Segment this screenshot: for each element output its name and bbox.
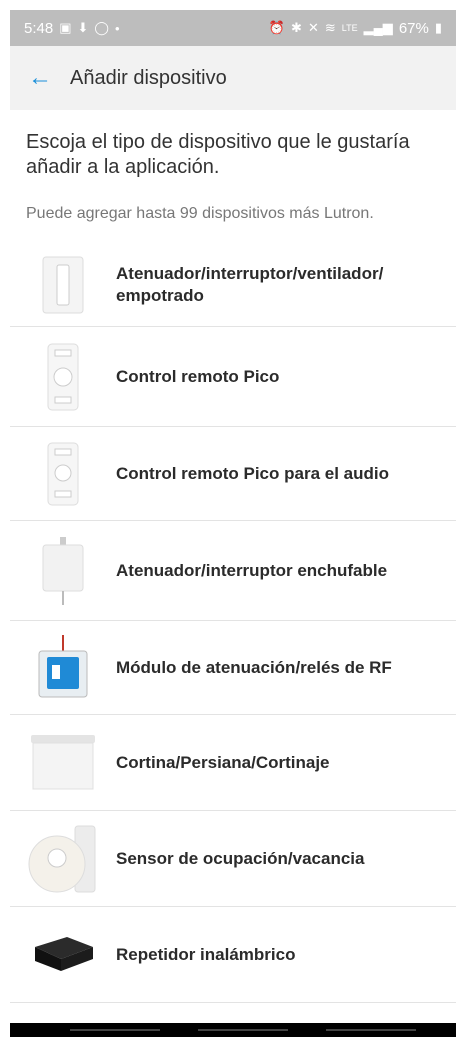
pico-remote-icon [10, 342, 116, 412]
download-icon: ⬇ [77, 20, 89, 35]
device-item-rf-module[interactable]: Módulo de atenuación/relés de RF [10, 621, 456, 715]
device-limit-text: Puede agregar hasta 99 dispositivos más … [26, 205, 374, 222]
wall-dimmer-icon [10, 255, 116, 315]
occupancy-sensor-icon [10, 824, 116, 894]
whatsapp-icon: ◯ [94, 20, 109, 35]
wifi-icon: ≋ [324, 20, 336, 35]
device-label: Control remoto Pico para el audio [116, 463, 389, 483]
system-nav-bar [10, 1023, 456, 1037]
alarm-icon: ⏰ [268, 20, 286, 35]
instruction-text: Escoja el tipo de dispositivo que le gus… [26, 131, 410, 178]
device-item-wireless-repeater[interactable]: Repetidor inalámbrico [10, 907, 456, 1003]
device-label: Módulo de atenuación/relés de RF [116, 657, 392, 677]
plug-in-dimmer-icon [10, 535, 116, 607]
clock: 5:48 [24, 19, 54, 37]
shade-icon [10, 733, 116, 793]
bluetooth-icon: ✱ [291, 20, 302, 35]
device-type-list: Atenuador/interruptor/ventilador/ empotr… [10, 243, 456, 1003]
battery-level: 67% [398, 19, 429, 37]
back-button[interactable]: ← [10, 64, 70, 92]
device-item-pico-audio[interactable]: Control remoto Pico para el audio [10, 427, 456, 521]
page-title: Añadir dispositivo [70, 66, 227, 89]
network-type: LTE [341, 23, 358, 33]
pico-audio-remote-icon [10, 441, 116, 507]
device-label: Control remoto Pico [116, 366, 280, 386]
signal-icon: ▂▄▆ [363, 20, 393, 35]
arrow-left-icon: ← [28, 64, 52, 91]
nav-segment [70, 1029, 160, 1031]
device-label: Cortina/Persiana/Cortinaje [116, 752, 330, 772]
device-item-pico-remote[interactable]: Control remoto Pico [10, 327, 456, 427]
device-item-occupancy-sensor[interactable]: Sensor de ocupación/vacancia [10, 811, 456, 907]
status-bar: 5:48 ▣ ⬇ ◯ • ⏰ ✱ ✕ ≋ LTE ▂▄▆ 67% ▮ [10, 10, 456, 46]
nav-segment [326, 1029, 416, 1031]
device-item-shade[interactable]: Cortina/Persiana/Cortinaje [10, 715, 456, 811]
device-label: Repetidor inalámbrico [116, 944, 296, 964]
device-item-wall-dimmer[interactable]: Atenuador/interruptor/ventilador/ empotr… [10, 243, 456, 327]
device-label: Atenuador/interruptor/ventilador/ empotr… [116, 263, 384, 305]
wireless-repeater-icon [10, 933, 116, 977]
rf-module-icon [10, 633, 116, 703]
gallery-icon: ▣ [59, 20, 72, 35]
device-label: Sensor de ocupación/vacancia [116, 848, 365, 868]
dot-icon: • [114, 20, 120, 36]
nav-segment [198, 1029, 288, 1031]
mute-icon: ✕ [307, 20, 319, 35]
device-label: Atenuador/interruptor enchufable [116, 560, 388, 580]
battery-icon: ▮ [434, 20, 442, 35]
app-bar: ← Añadir dispositivo [10, 46, 456, 110]
device-item-plug-in-dimmer[interactable]: Atenuador/interruptor enchufable [10, 521, 456, 621]
